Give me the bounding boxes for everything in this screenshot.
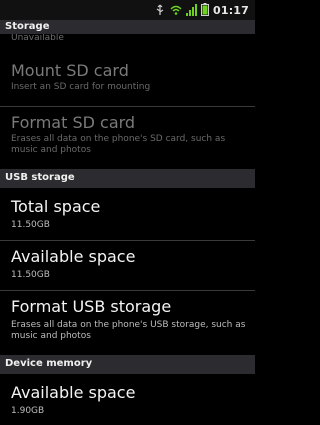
- device-available-space-value: 1.90GB: [11, 406, 45, 416]
- usb-available-space-item[interactable]: Available space 11.50GB: [0, 248, 255, 288]
- usb-available-space-value: 11.50GB: [11, 270, 50, 280]
- status-bar: 01:17: [0, 0, 255, 20]
- format-sd-card-summary: Erases all data on the phone's SD card, …: [11, 134, 226, 155]
- usb-total-space-item[interactable]: Total space 11.50GB: [0, 198, 255, 238]
- usb-total-space-title: Total space: [11, 197, 101, 216]
- status-icons: 01:17: [154, 1, 249, 20]
- divider: [0, 106, 255, 107]
- signal-icon: [185, 1, 197, 20]
- usb-icon: [154, 1, 166, 20]
- device-available-space-item[interactable]: Available space 1.90GB: [0, 384, 255, 424]
- section-header-device-memory: Device memory: [0, 355, 255, 374]
- usb-total-space-value: 11.50GB: [11, 220, 50, 230]
- mount-sd-card-item[interactable]: Mount SD card Insert an SD card for moun…: [0, 62, 255, 102]
- format-usb-storage-title: Format USB storage: [11, 297, 172, 316]
- format-sd-card-title: Format SD card: [11, 113, 136, 132]
- divider: [0, 290, 255, 291]
- wifi-icon: [170, 1, 182, 20]
- mount-sd-card-title: Mount SD card: [11, 61, 129, 80]
- format-sd-card-item[interactable]: Format SD card Erases all data on the ph…: [0, 114, 255, 164]
- battery-icon: [200, 1, 209, 20]
- divider: [0, 240, 255, 241]
- section-header-storage: Storage: [0, 20, 255, 34]
- clock: 01:17: [212, 3, 249, 17]
- mount-sd-card-summary: Insert an SD card for mounting: [11, 82, 151, 92]
- section-header-usb-storage: USB storage: [0, 169, 255, 188]
- unavailable-summary-partial: Unavailable: [11, 34, 64, 40]
- device-available-space-title: Available space: [11, 383, 136, 402]
- usb-available-space-title: Available space: [11, 247, 136, 266]
- format-usb-storage-item[interactable]: Format USB storage Erases all data on th…: [0, 298, 255, 350]
- format-usb-storage-summary: Erases all data on the phone's USB stora…: [11, 320, 246, 341]
